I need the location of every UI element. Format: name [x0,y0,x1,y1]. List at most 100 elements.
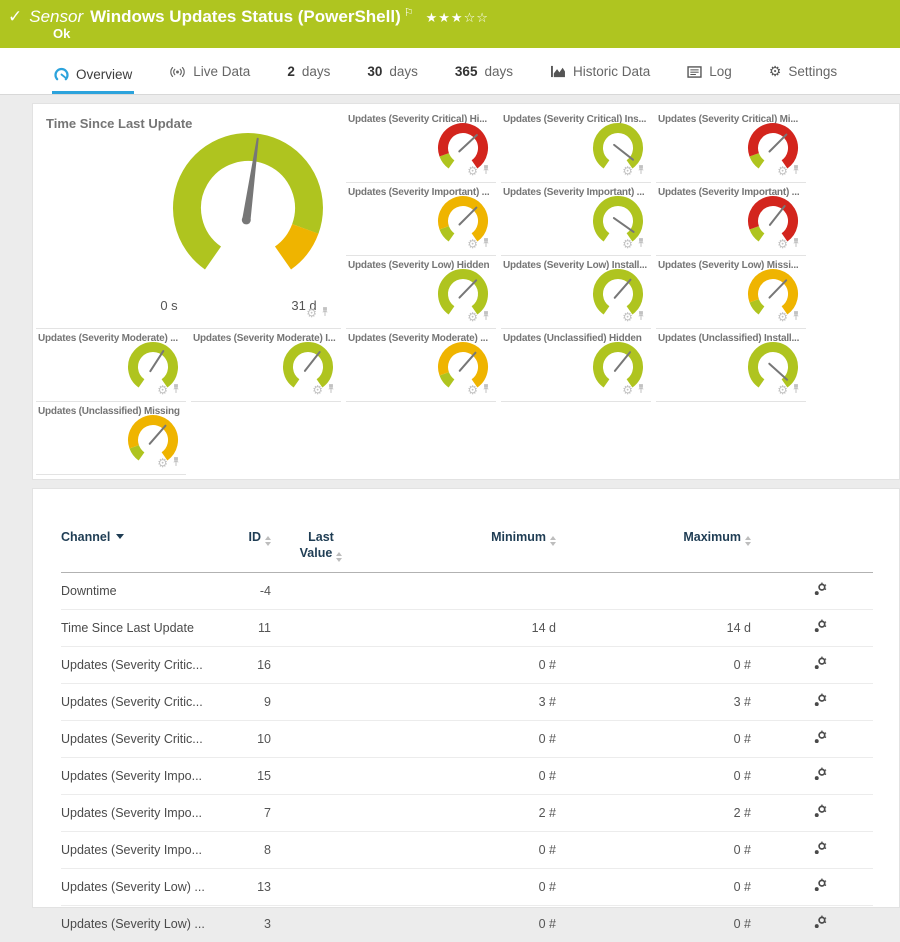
pin-icon[interactable] [321,304,329,322]
tile-controls: ⚙ [157,454,180,472]
edit-channel-icon[interactable] [813,619,828,637]
pin-icon[interactable] [637,235,645,253]
tab-settings[interactable]: ⚙ Settings [767,64,839,94]
pin-icon[interactable] [637,162,645,180]
gear-icon[interactable]: ⚙ [777,165,788,177]
edit-channel-icon[interactable] [813,878,828,896]
gear-icon[interactable]: ⚙ [622,384,633,396]
channel-minimum: 0 # [371,906,556,942]
sort-icon [550,536,556,546]
gear-icon[interactable]: ⚙ [622,238,633,250]
gear-icon[interactable]: ⚙ [777,238,788,250]
channel-maximum: 14 d [556,610,751,647]
edit-channel-icon[interactable] [813,804,828,822]
gauge-tile[interactable]: Updates (Severity Moderate) I...⚙ [191,329,341,402]
tile-controls: ⚙ [777,235,800,253]
tab-2-days[interactable]: 2 days [285,64,332,94]
pin-icon[interactable] [172,454,180,472]
edit-channel-icon[interactable] [813,730,828,748]
tab-live-data[interactable]: Live Data [167,64,252,94]
gauge-tile[interactable]: Updates (Severity Important) ...⚙ [656,183,806,256]
tab-30-days[interactable]: 30 days [365,64,420,94]
gear-icon[interactable]: ⚙ [467,384,478,396]
gauge-tile[interactable]: Updates (Severity Moderate) ...⚙ [346,329,496,402]
pin-icon[interactable] [482,381,490,399]
gauge-tile[interactable]: Updates (Unclassified) Hidden⚙ [501,329,651,402]
tab-overview[interactable]: Overview [52,67,134,94]
tab-bar: Overview Live Data 2 days 30 days 365 da… [0,48,900,95]
tab-365-days[interactable]: 365 days [453,64,515,94]
table-row: Updates (Severity Impo...150 #0 # [61,758,873,795]
col-minimum[interactable]: Minimum [371,529,556,573]
gear-icon[interactable]: ⚙ [157,384,168,396]
edit-channel-icon[interactable] [813,767,828,785]
channel-last-value [271,573,371,610]
tab-label: days [389,64,418,79]
channel-maximum: 3 # [556,684,751,721]
gauge-tile[interactable]: Updates (Unclassified) Missing⚙ [36,402,186,475]
gauge-tile[interactable]: Updates (Severity Low) Install...⚙ [501,256,651,329]
gauge-tile[interactable]: Updates (Severity Critical) Ins...⚙ [501,110,651,183]
gear-icon[interactable]: ⚙ [312,384,323,396]
channel-maximum [556,573,751,610]
gear-icon[interactable]: ⚙ [467,238,478,250]
channel-name: Updates (Severity Impo... [61,758,206,795]
channel-minimum: 0 # [371,832,556,869]
pin-icon[interactable] [792,308,800,326]
pin-icon[interactable] [172,381,180,399]
tile-controls: ⚙ [467,381,490,399]
channel-actions-cell [751,758,873,795]
tile-controls: ⚙ [467,162,490,180]
gear-icon[interactable]: ⚙ [622,311,633,323]
tab-historic-data[interactable]: Historic Data [548,64,652,94]
col-maximum[interactable]: Maximum [556,529,751,573]
gear-icon[interactable]: ⚙ [777,311,788,323]
gauge-tile[interactable]: Updates (Severity Important) ...⚙ [501,183,651,256]
edit-channel-icon[interactable] [813,693,828,711]
pin-icon[interactable] [637,308,645,326]
channel-name: Updates (Severity Critic... [61,721,206,758]
tab-log[interactable]: Log [685,64,734,94]
gauge-tile[interactable]: Updates (Severity Critical) Hi...⚙ [346,110,496,183]
priority-stars[interactable]: ★★★☆☆ [426,11,489,26]
gear-icon[interactable]: ⚙ [306,307,317,319]
table-row: Updates (Severity Impo...80 #0 # [61,832,873,869]
edit-channel-icon[interactable] [813,656,828,674]
pin-icon[interactable] [637,381,645,399]
gear-icon[interactable]: ⚙ [777,384,788,396]
channel-last-value [271,795,371,832]
main-gauge-tile[interactable]: Time Since Last Update 0 s 31 d ⚙ [36,110,341,329]
gauge-tile[interactable]: Updates (Severity Low) Missi...⚙ [656,256,806,329]
edit-channel-icon[interactable] [813,841,828,859]
edit-channel-icon[interactable] [813,915,828,933]
col-id[interactable]: ID [206,529,271,573]
channel-name: Updates (Severity Critic... [61,647,206,684]
tile-controls: ⚙ [777,381,800,399]
gauge-tile[interactable]: Updates (Severity Critical) Mi...⚙ [656,110,806,183]
pin-icon[interactable] [482,308,490,326]
pin-icon[interactable] [792,162,800,180]
gauge-tile[interactable]: Updates (Severity Low) Hidden⚙ [346,256,496,329]
channel-name: Updates (Severity Critic... [61,684,206,721]
gear-icon[interactable]: ⚙ [622,165,633,177]
gear-icon[interactable]: ⚙ [467,165,478,177]
pin-icon[interactable] [482,235,490,253]
gauge-tile[interactable]: Updates (Unclassified) Install...⚙ [656,329,806,402]
pin-icon[interactable] [482,162,490,180]
table-row: Updates (Severity Impo...72 #2 # [61,795,873,832]
channel-actions-cell [751,832,873,869]
col-channel[interactable]: Channel [61,529,206,573]
pin-icon[interactable] [792,235,800,253]
gear-icon[interactable]: ⚙ [157,457,168,469]
channel-id: 10 [206,721,271,758]
edit-channel-icon[interactable] [813,582,828,600]
channel-last-value [271,869,371,906]
pin-icon[interactable] [792,381,800,399]
gauge-tile[interactable]: Updates (Severity Important) ...⚙ [346,183,496,256]
pin-icon[interactable] [327,381,335,399]
channel-table: Channel ID Last Value Minimum Maximum Do… [61,529,873,942]
table-row: Updates (Severity Critic...160 #0 # [61,647,873,684]
gauge-tile[interactable]: Updates (Severity Moderate) ...⚙ [36,329,186,402]
gear-icon[interactable]: ⚙ [467,311,478,323]
col-last-value[interactable]: Last Value [271,529,371,573]
